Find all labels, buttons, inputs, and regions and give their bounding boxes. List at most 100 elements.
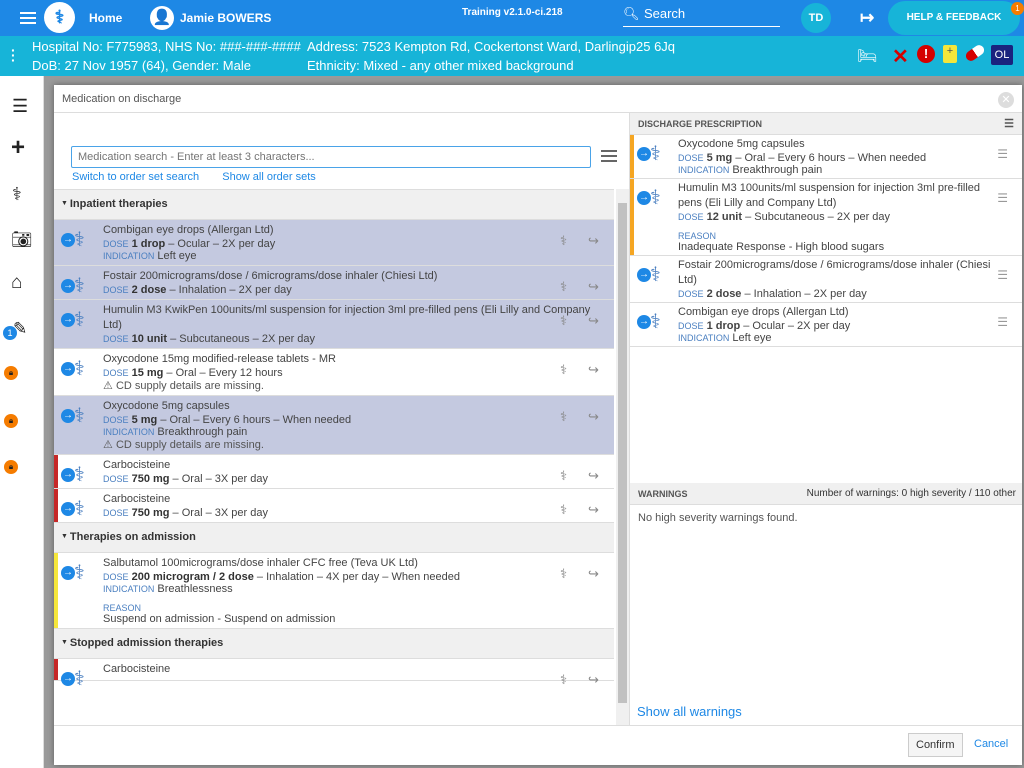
locked-add-icon[interactable]: 🔒︎: [4, 460, 18, 474]
scrollbar[interactable]: [616, 189, 629, 725]
home-link[interactable]: Home: [89, 11, 122, 25]
redirect-icon[interactable]: ↪: [588, 567, 606, 581]
locked-clipboard-icon[interactable]: 🔒︎: [4, 366, 18, 380]
redirect-icon[interactable]: ↪: [588, 469, 606, 483]
medication-search-input[interactable]: [71, 146, 591, 168]
discharge-header: DISCHARGE PRESCRIPTION ☰: [630, 113, 1022, 135]
camera-icon[interactable]: 📷︎: [11, 230, 33, 250]
row-menu-icon[interactable]: ☰: [997, 191, 1008, 205]
prescribe-icon[interactable]: ⚕: [560, 410, 578, 424]
redirect-icon[interactable]: ↪: [588, 314, 606, 328]
dose-label: DOSE: [103, 572, 129, 582]
therapy-row[interactable]: → ⚕ Salbutamol 100micrograms/dose inhaler …: [54, 553, 614, 629]
discharge-menu-icon[interactable]: ☰: [1004, 117, 1014, 130]
dose-line: DOSE 750 mg – Oral – 3X per day: [103, 507, 608, 519]
add-icon[interactable]: +: [11, 134, 25, 162]
redirect-icon[interactable]: ↪: [588, 363, 606, 377]
redirect-icon[interactable]: ↪: [588, 673, 606, 687]
prescribe-icon[interactable]: ⚕: [560, 234, 578, 248]
ol-badge[interactable]: OL: [991, 45, 1013, 65]
discharge-row[interactable]: → ⚕ Oxycodone 5mg capsules DOSE 5 mg – Oral…: [630, 135, 1022, 179]
confirm-button[interactable]: Confirm: [908, 733, 963, 757]
discharge-row[interactable]: → ⚕ Combigan eye drops (Allergan Ltd) DOSE …: [630, 303, 1022, 347]
menu-icon[interactable]: [20, 12, 36, 24]
menu-lines-icon[interactable]: [601, 150, 617, 162]
row-menu-icon[interactable]: ☰: [997, 147, 1008, 161]
therapy-row[interactable]: → ⚕ Carbocisteine ⚕ ↪: [54, 659, 614, 690]
cancel-button[interactable]: Cancel: [974, 738, 1008, 750]
logout-icon[interactable]: ↦: [860, 8, 874, 28]
dose-label: DOSE: [678, 289, 704, 299]
list-icon[interactable]: ☰: [12, 96, 28, 117]
locked-walk-icon[interactable]: 🔒︎: [4, 414, 18, 428]
row-menu-icon[interactable]: ☰: [997, 315, 1008, 329]
prescribe-icon[interactable]: ⚕: [560, 314, 578, 328]
section-header[interactable]: Stopped admission therapies: [54, 629, 614, 659]
medication-pill-icon: → ⚕: [637, 181, 671, 215]
medication-name: Oxycodone 5mg capsules: [103, 400, 230, 412]
therapy-row[interactable]: → ⚕ Humulin M3 KwikPen 100units/ml suspens…: [54, 300, 614, 349]
patient-name[interactable]: Jamie BOWERS: [180, 11, 271, 25]
prescribe-icon[interactable]: ⚕: [560, 673, 578, 687]
warning-icon: ⚠: [103, 439, 113, 451]
status-bar: [54, 489, 58, 522]
close-icon[interactable]: ✕: [998, 92, 1014, 108]
app-logo-icon[interactable]: ⚕: [44, 2, 75, 33]
redirect-icon[interactable]: ↪: [588, 280, 606, 294]
warnings-message: No high severity warnings found.: [638, 512, 798, 524]
therapy-row[interactable]: → ⚕ Oxycodone 5mg capsules DOSE 5 mg – Oral…: [54, 396, 614, 455]
therapy-row[interactable]: → ⚕ Oxycodone 15mg modified-release tablet…: [54, 349, 614, 396]
prescribe-icon[interactable]: ⚕: [560, 469, 578, 483]
section-header[interactable]: Inpatient therapies: [54, 190, 614, 220]
status-bar: [54, 659, 58, 680]
dose-label: DOSE: [103, 508, 129, 518]
therapy-row[interactable]: → ⚕ Combigan eye drops (Allergan Ltd) DOSE …: [54, 220, 614, 266]
dialog-title: Medication on discharge: [54, 85, 1022, 113]
row-menu-icon[interactable]: ☰: [997, 268, 1008, 282]
reason-value: Inadequate Response - High blood sugars: [678, 241, 885, 253]
cross-icon[interactable]: ✕: [892, 44, 909, 69]
discharge-row[interactable]: → ⚕ Fostair 200micrograms/dose / 6microgra…: [630, 256, 1022, 303]
therapy-list: Inpatient therapies→⚕Combigan eye drops …: [54, 189, 614, 725]
dose-details: – Subcutaneous – 2X per day: [167, 333, 316, 345]
medication-icon[interactable]: +: [943, 45, 957, 63]
redirect-icon[interactable]: ↪: [588, 410, 606, 424]
discharge-row[interactable]: → ⚕ Humulin M3 100units/ml suspension for …: [630, 179, 1022, 256]
search-box[interactable]: 🔍︎ Search: [623, 5, 780, 27]
medication-name: Salbutamol 100micrograms/dose inhaler CF…: [103, 557, 418, 569]
confirm-label: Confirm: [916, 739, 955, 751]
pill-icon[interactable]: [963, 43, 987, 63]
arrow-circle-icon: →: [61, 313, 75, 327]
therapy-row[interactable]: → ⚕ Carbocisteine DOSE 750 mg – Oral – 3X p…: [54, 489, 614, 523]
show-all-warnings-link[interactable]: Show all warnings: [637, 704, 742, 719]
section-header[interactable]: Therapies on admission: [54, 523, 614, 553]
row-actions: ⚕ ↪: [560, 673, 606, 687]
scrollbar-thumb[interactable]: [618, 203, 627, 703]
order-set-search-link[interactable]: Switch to order set search: [72, 171, 199, 183]
stethoscope-icon[interactable]: ⚕: [12, 184, 22, 205]
therapy-row[interactable]: → ⚕ Carbocisteine DOSE 750 mg – Oral – 3X p…: [54, 455, 614, 489]
house-icon[interactable]: ⌂: [11, 272, 22, 294]
bed-icon[interactable]: 🛏: [857, 46, 877, 66]
alert-icon[interactable]: !: [917, 45, 935, 63]
prescribe-icon[interactable]: ⚕: [560, 280, 578, 294]
help-feedback-button[interactable]: HELP & FEEDBACK: [888, 1, 1020, 35]
redirect-icon[interactable]: ↪: [588, 234, 606, 248]
prescribe-icon[interactable]: ⚕: [560, 363, 578, 377]
prescribe-icon[interactable]: ⚕: [560, 503, 578, 517]
redirect-icon[interactable]: ↪: [588, 503, 606, 517]
patient-menu-icon[interactable]: · · ·: [11, 43, 16, 67]
show-all-order-sets-link[interactable]: Show all order sets: [222, 171, 316, 183]
row-actions: ⚕ ↪: [560, 280, 606, 294]
user-avatar[interactable]: TD: [801, 3, 831, 33]
help-badge-count: 1: [1015, 4, 1020, 13]
dose-line: DOSE 2 dose – Inhalation – 2X per day: [678, 288, 1002, 300]
top-bar: ⚕ Home 👤 Jamie BOWERS Training v2.1.0-ci…: [0, 0, 1024, 36]
therapy-row[interactable]: → ⚕ Fostair 200micrograms/dose / 6microgra…: [54, 266, 614, 300]
indication-line: INDICATION Left eye: [103, 250, 608, 262]
prescribe-icon[interactable]: ⚕: [560, 567, 578, 581]
dose-details: – Oral – Every 6 hours – When needed: [157, 414, 352, 426]
dose-line: DOSE 1 drop – Ocular – 2X per day: [103, 238, 608, 250]
medication-name: Fostair 200micrograms/dose / 6micrograms…: [678, 259, 991, 286]
row-actions: ⚕ ↪: [560, 503, 606, 517]
